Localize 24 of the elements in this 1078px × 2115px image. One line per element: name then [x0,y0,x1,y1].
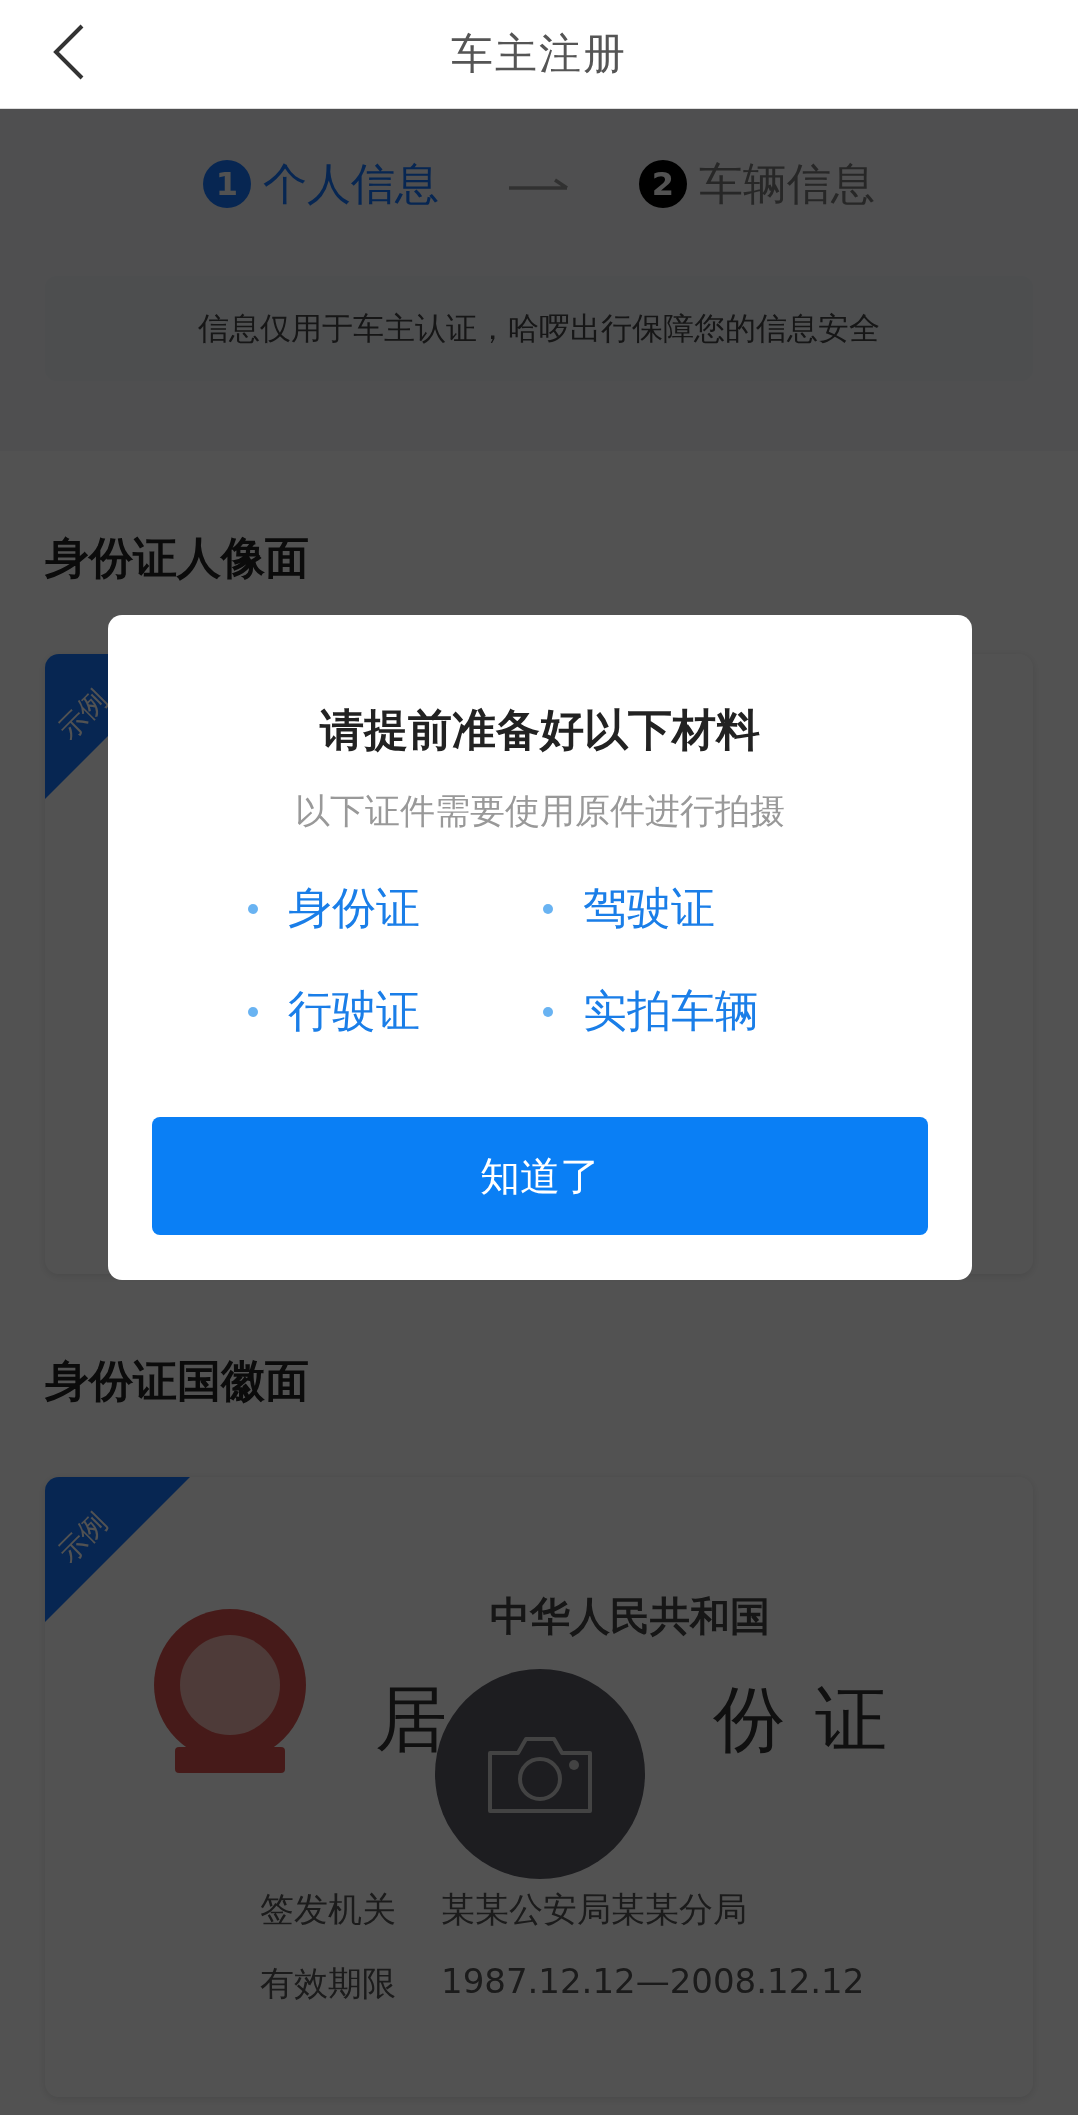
notice-text: 信息仅用于车主认证，哈啰出行保障您的信息安全 [198,308,880,348]
page-title: 车主注册 [451,28,627,80]
dialog-title: 请提前准备好以下材料 [320,703,760,757]
bullet-icon [543,1006,553,1017]
step-number: 1 [203,160,251,208]
material-item: 身份证 [288,881,420,935]
confirm-button[interactable]: 知道了 [152,1117,928,1235]
card-title: 居 [375,1680,477,1760]
section-title: 身份证人像面 [45,531,310,585]
sample-tag-text: 示例 [50,1505,116,1572]
dialog-subtitle: 以下证件需要使用原件进行拍摄 [295,790,785,833]
arrow-icon [509,178,569,190]
material-item: 行驶证 [288,984,420,1038]
bullet-icon [248,1006,258,1017]
bullet-icon [248,903,258,914]
material-item: 驾驶证 [583,881,715,935]
bullet-icon [543,903,553,914]
section-title: 身份证国徽面 [45,1354,310,1408]
card-heading: 中华人民共和国 [490,1592,770,1641]
card-title: 份证 [713,1680,917,1760]
step-label: 个人信息 [263,156,439,211]
sample-tag-text: 示例 [50,682,116,749]
step-number: 2 [639,160,687,208]
material-item: 实拍车辆 [583,984,759,1038]
